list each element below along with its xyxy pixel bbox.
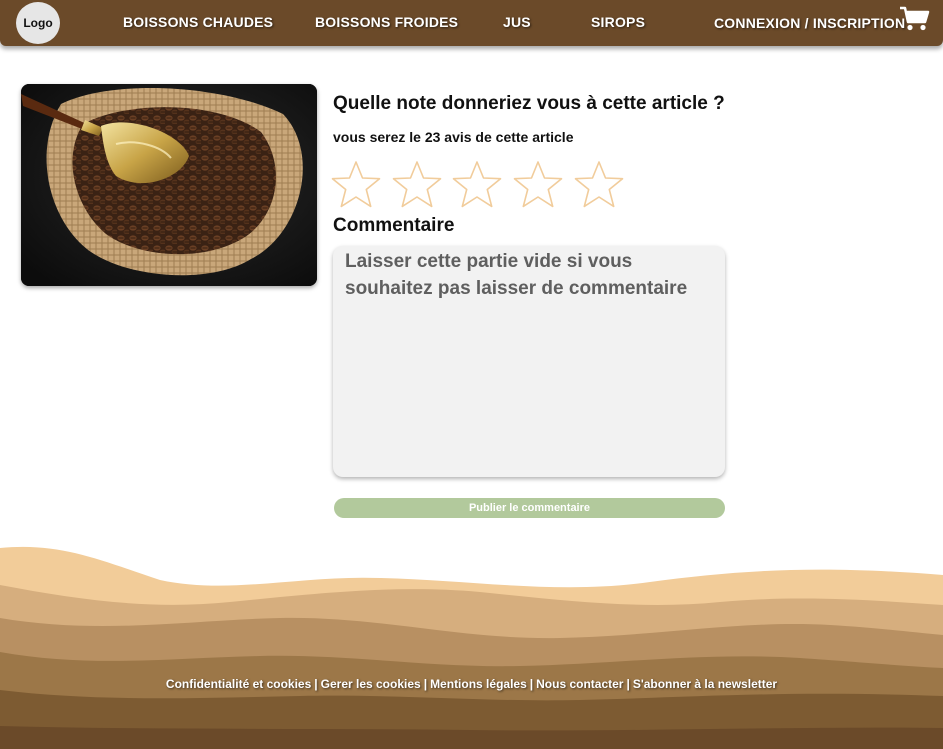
publish-comment-button[interactable]: Publier le commentaire <box>334 498 725 518</box>
footer-dunes <box>0 546 943 749</box>
comment-label: Commentaire <box>333 215 455 236</box>
rating-question: Quelle note donneriez vous à cette artic… <box>333 93 725 114</box>
footer-separator: | <box>314 677 318 691</box>
star-icon-1[interactable] <box>330 160 382 210</box>
nav-jus[interactable]: JUS <box>503 14 531 30</box>
nav-sirops[interactable]: SIROPS <box>591 14 645 30</box>
shopping-cart-icon[interactable] <box>899 6 931 32</box>
review-count-text: vous serez le 23 avis de cette article <box>333 129 574 145</box>
coffee-beans-image <box>21 84 317 286</box>
footer-link-legal[interactable]: Mentions légales <box>430 677 527 691</box>
footer-link-contact[interactable]: Nous contacter <box>536 677 623 691</box>
footer-link-privacy[interactable]: Confidentialité et cookies <box>166 677 311 691</box>
nav-boissons-chaudes[interactable]: BOISSONS CHAUDES <box>123 14 273 30</box>
logo[interactable]: Logo <box>16 2 60 44</box>
navbar: Logo BOISSONS CHAUDES BOISSONS FROIDES J… <box>0 0 943 46</box>
star-icon-2[interactable] <box>391 160 443 210</box>
nav-boissons-froides[interactable]: BOISSONS FROIDES <box>315 14 458 30</box>
star-icon-4[interactable] <box>512 160 564 210</box>
star-icon-3[interactable] <box>451 160 503 210</box>
login-signup-link[interactable]: CONNEXION / INSCRIPTION <box>714 15 905 31</box>
footer-links: Confidentialité et cookies | Gerer les coo… <box>0 677 943 691</box>
star-rating <box>330 160 630 212</box>
comment-textarea[interactable] <box>333 246 725 477</box>
footer-separator: | <box>529 677 534 691</box>
footer-separator: | <box>423 677 428 691</box>
footer-link-manage-cookies[interactable]: Gerer les cookies <box>321 677 421 691</box>
product-image <box>21 84 317 286</box>
footer-separator: | <box>626 677 630 691</box>
footer-link-newsletter[interactable]: S'abonner à la newsletter <box>633 677 777 691</box>
star-icon-5[interactable] <box>573 160 625 210</box>
